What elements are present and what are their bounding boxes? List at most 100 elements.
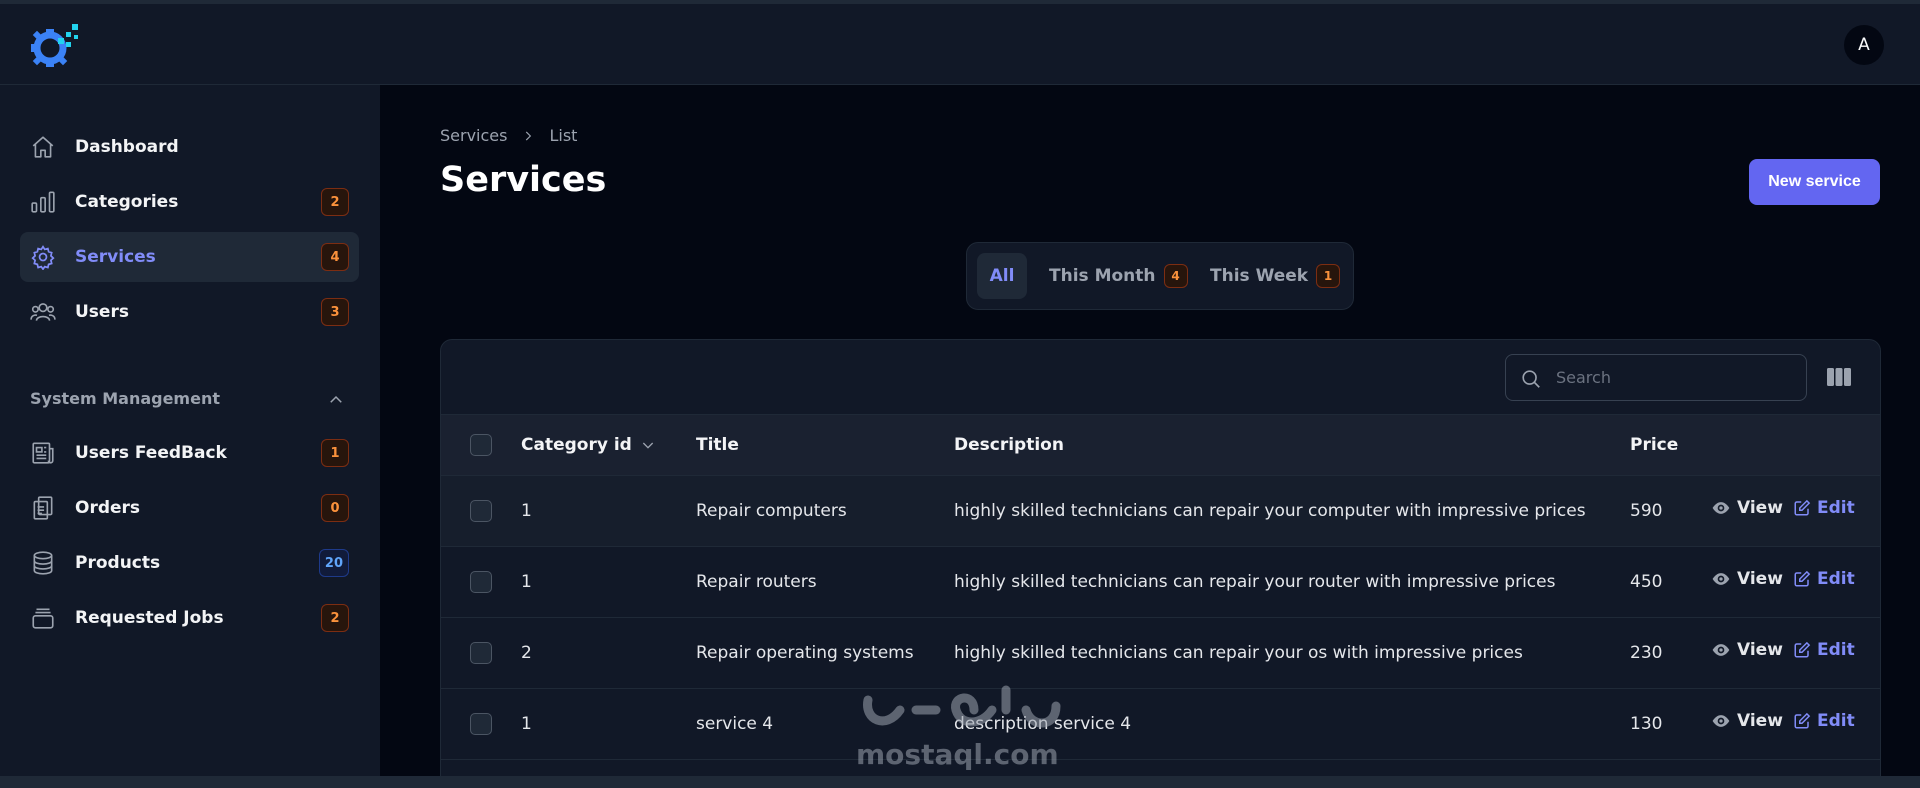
user-avatar[interactable]: A — [1844, 25, 1884, 65]
chevron-up-icon[interactable] — [327, 391, 345, 409]
sidebar-item-label: Services — [75, 247, 156, 267]
bar-chart-icon — [31, 191, 55, 213]
sidebar-item-label: Products — [75, 553, 161, 573]
sidebar-item-label: Categories — [75, 192, 179, 212]
cell-description: highly skilled technicians can repair yo… — [954, 501, 1586, 521]
view-button[interactable]: View — [1711, 640, 1783, 660]
tab-all[interactable]: All — [977, 253, 1027, 299]
count-badge: 3 — [321, 298, 349, 326]
row-checkbox[interactable] — [470, 642, 492, 664]
tab-label: This Week — [1210, 266, 1309, 286]
view-button[interactable]: View — [1711, 569, 1783, 589]
edit-button[interactable]: Edit — [1793, 711, 1855, 731]
edit-label: Edit — [1817, 640, 1855, 660]
sidebar-item-categories[interactable]: Categories 2 — [20, 177, 359, 227]
edit-label: Edit — [1817, 569, 1855, 589]
search-icon — [1522, 370, 1540, 388]
view-label: View — [1737, 640, 1783, 660]
sidebar-item-products[interactable]: Products 20 — [20, 538, 359, 588]
breadcrumb: Services List — [440, 126, 577, 145]
sidebar-item-dashboard[interactable]: Dashboard — [20, 122, 359, 172]
cell-title: Repair operating systems — [696, 643, 914, 663]
logo-icon[interactable] — [28, 20, 82, 72]
sidebar-item-services[interactable]: Services 4 — [20, 232, 359, 282]
table-row[interactable]: 2 Repair operating systems highly skille… — [441, 618, 1880, 689]
new-service-button[interactable]: New service — [1749, 159, 1880, 205]
watermark: mostaql.com — [856, 676, 1066, 772]
column-header-price: Price — [1630, 435, 1679, 455]
edit-icon — [1794, 499, 1811, 516]
cell-price: 590 — [1630, 501, 1663, 521]
eye-icon — [1712, 502, 1730, 514]
cell-category: 2 — [521, 643, 532, 663]
edit-icon — [1794, 712, 1811, 729]
edit-label: Edit — [1817, 711, 1855, 731]
watermark-logo-icon — [863, 685, 1061, 728]
cell-price: 130 — [1630, 714, 1663, 734]
cell-description: highly skilled technicians can repair yo… — [954, 572, 1556, 592]
edit-button[interactable]: Edit — [1793, 640, 1855, 660]
count-badge: 1 — [321, 439, 349, 467]
gear-icon — [31, 245, 55, 270]
sidebar-item-orders[interactable]: Orders 0 — [20, 483, 359, 533]
select-all-checkbox[interactable] — [470, 434, 492, 456]
home-icon — [32, 136, 54, 158]
sidebar-item-label: Users — [75, 302, 129, 322]
eye-icon — [1712, 644, 1730, 656]
table-row[interactable]: 1 service 4 description service 4 130 Vi… — [441, 689, 1880, 760]
sidebar-item-label: Dashboard — [75, 137, 179, 157]
edit-icon — [1794, 641, 1811, 658]
column-header-category[interactable]: Category id — [521, 435, 656, 455]
cell-category: 1 — [521, 714, 532, 734]
top-bar: A — [0, 4, 1920, 85]
view-button[interactable]: View — [1711, 498, 1783, 518]
table-row[interactable]: 1 Repair computers highly skilled techni… — [441, 476, 1880, 547]
columns-icon[interactable] — [1826, 365, 1852, 389]
tab-label: This Month — [1049, 266, 1156, 286]
view-label: View — [1737, 711, 1783, 731]
cell-price: 450 — [1630, 572, 1663, 592]
newspaper-icon — [32, 442, 54, 464]
tab-this-month[interactable]: This Month 4 — [1049, 253, 1188, 299]
column-header-label: Category id — [521, 435, 632, 455]
view-label: View — [1737, 498, 1783, 518]
view-label: View — [1737, 569, 1783, 589]
eye-icon — [1712, 715, 1730, 727]
cell-title: Repair computers — [696, 501, 847, 521]
sidebar-item-label: Users FeedBack — [75, 443, 227, 463]
cell-title: service 4 — [696, 714, 774, 734]
tab-this-week[interactable]: This Week 1 — [1210, 253, 1341, 299]
page-title: Services — [440, 160, 607, 200]
edit-label: Edit — [1817, 498, 1855, 518]
cell-title: Repair routers — [696, 572, 817, 592]
row-checkbox[interactable] — [470, 500, 492, 522]
column-header-title: Title — [696, 435, 739, 455]
count-badge: 0 — [321, 494, 349, 522]
count-badge: 1 — [1316, 264, 1341, 288]
tab-label: All — [989, 266, 1015, 286]
table-toolbar — [441, 340, 1880, 415]
column-header-description: Description — [954, 435, 1064, 455]
filter-tabs: All This Month 4 This Week 1 — [966, 242, 1354, 310]
breadcrumb-link-services[interactable]: Services — [440, 126, 507, 145]
edit-button[interactable]: Edit — [1793, 569, 1855, 589]
table-row[interactable]: 1 Repair routers highly skilled technici… — [441, 547, 1880, 618]
nav-group-title: System Management — [30, 389, 220, 408]
row-checkbox[interactable] — [470, 713, 492, 735]
sidebar-item-users-feedback[interactable]: Users FeedBack 1 — [20, 428, 359, 478]
search-input[interactable] — [1556, 355, 1796, 400]
sidebar-item-users[interactable]: Users 3 — [20, 287, 359, 337]
users-icon — [30, 303, 56, 321]
cell-category: 1 — [521, 501, 532, 521]
sidebar: Dashboard Categories 2 Services 4 Users … — [0, 85, 380, 788]
view-button[interactable]: View — [1711, 711, 1783, 731]
count-badge: 2 — [321, 188, 349, 216]
edit-button[interactable]: Edit — [1793, 498, 1855, 518]
row-checkbox[interactable] — [470, 571, 492, 593]
eye-icon — [1712, 573, 1730, 585]
sidebar-item-requested-jobs[interactable]: Requested Jobs 2 — [20, 593, 359, 643]
clipboard-icon — [33, 496, 53, 520]
watermark-text: mostaql.com — [856, 738, 1059, 771]
edit-icon — [1794, 570, 1811, 587]
cell-description: highly skilled technicians can repair yo… — [954, 643, 1523, 663]
